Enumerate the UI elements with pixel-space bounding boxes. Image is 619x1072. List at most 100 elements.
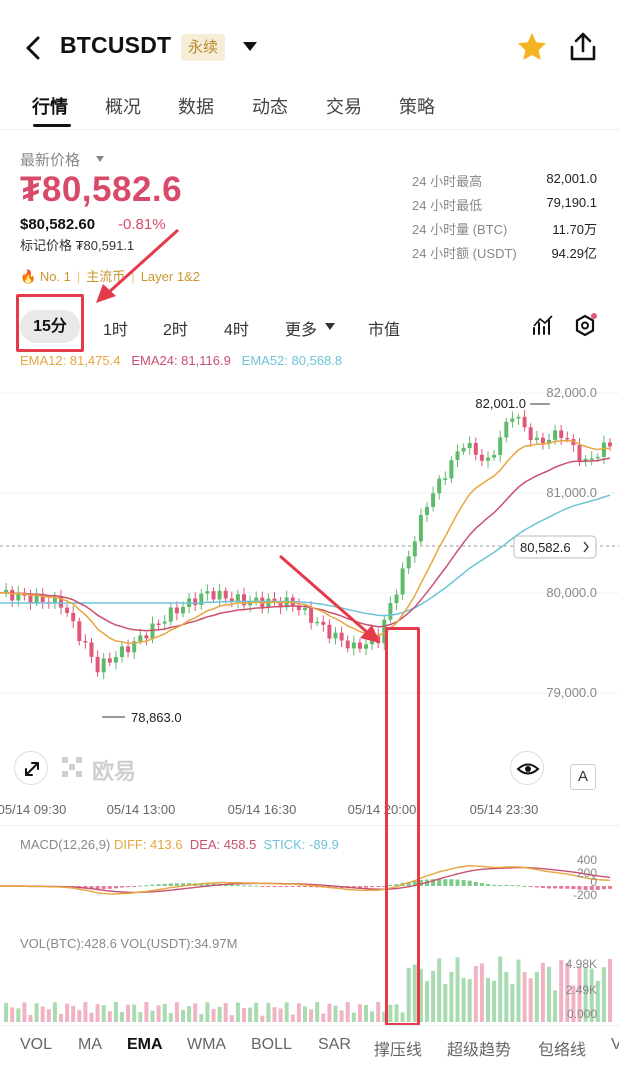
macd-bar (126, 886, 131, 888)
candle (120, 646, 124, 658)
tag-mainstream[interactable]: 主流币 (86, 269, 125, 284)
volume-bar (516, 959, 521, 1022)
tag-layer[interactable]: Layer 1&2 (141, 269, 200, 284)
candle (608, 442, 612, 447)
candle (71, 612, 76, 622)
y-tick: 81,000.0 (546, 485, 597, 500)
volume-bar (443, 984, 448, 1022)
volume-bar (303, 1006, 307, 1022)
visibility-button[interactable] (510, 751, 544, 785)
volume-bar (351, 1012, 356, 1022)
timeframe-more[interactable]: 更多 (285, 316, 317, 340)
last-price-label[interactable]: 最新价格 (20, 149, 80, 170)
volume-bar (345, 1002, 350, 1022)
ema52-label: EMA52: 80,568.8 (241, 353, 343, 368)
indicator-support-resistance[interactable]: 撑压线 (374, 1036, 422, 1060)
candle (364, 644, 368, 649)
candle (455, 451, 460, 461)
candle (28, 595, 33, 603)
volume-bar (315, 1002, 320, 1022)
candle (601, 442, 606, 457)
volume-bar (150, 1010, 155, 1022)
tab-strategy[interactable]: 策略 (399, 93, 435, 119)
volume-bar (242, 1008, 246, 1022)
macd-bar (156, 884, 161, 886)
macd-bar (132, 886, 137, 887)
volume-bar (284, 1002, 289, 1022)
volume-bar (534, 971, 539, 1022)
stat-high-value: 82,001.0 (546, 171, 597, 186)
main-tabs: 行情 概况 数据 动态 交易 策略 (0, 90, 619, 130)
volume-bar (437, 958, 442, 1022)
tab-data[interactable]: 数据 (178, 93, 214, 119)
volume-bar (321, 1013, 326, 1022)
candle (425, 506, 429, 516)
tab-overview[interactable]: 概况 (105, 93, 141, 119)
volume-bar (144, 1002, 149, 1022)
indicator-ema[interactable]: EMA (127, 1036, 163, 1054)
indicator-supertrend[interactable]: 超级趋势 (447, 1036, 511, 1060)
indicator-icon[interactable] (532, 314, 554, 336)
candle (437, 478, 442, 494)
candle (144, 635, 149, 639)
kline-chart[interactable]: 82,000.0 81,000.0 80,000.0 79,000.0 82,0… (0, 370, 619, 730)
candle (406, 556, 411, 569)
volume-bar (608, 958, 612, 1022)
volume-bar (113, 1002, 118, 1022)
volume-bar (455, 957, 460, 1022)
indicator-envelope[interactable]: 包络线 (538, 1036, 586, 1060)
okx-logo-icon (62, 757, 82, 777)
pair-title[interactable]: BTCUSDT (60, 32, 171, 59)
macd-bar (443, 879, 448, 886)
settings-hex-icon[interactable] (573, 313, 599, 339)
candle (565, 437, 570, 440)
macd-bar (370, 886, 375, 888)
star-icon[interactable] (516, 31, 548, 63)
candle (498, 437, 503, 455)
candle (522, 416, 527, 428)
tab-trade[interactable]: 交易 (326, 93, 362, 119)
candle (77, 621, 82, 641)
candle (357, 642, 362, 649)
font-size-button[interactable]: A (570, 764, 596, 790)
tag-rank[interactable]: No. 1 (40, 269, 71, 284)
candle (315, 621, 320, 624)
indicator-vol[interactable]: VOL (20, 1036, 52, 1054)
back-icon[interactable] (22, 34, 46, 62)
indicator-wma[interactable]: WMA (187, 1036, 226, 1054)
candle (528, 427, 533, 441)
macd-chart[interactable]: 400 200 0 -200 (0, 850, 619, 920)
indicator-sar[interactable]: SAR (318, 1036, 351, 1054)
chevron-down-icon[interactable] (325, 323, 335, 330)
highlight-box (385, 627, 420, 1026)
macd-bar (553, 886, 558, 889)
tab-news[interactable]: 动态 (252, 93, 288, 119)
volume-bar (559, 960, 564, 1022)
indicator-more[interactable]: V (611, 1036, 619, 1054)
vol-tick: 4.98K (566, 957, 597, 971)
volume-bar (260, 1015, 265, 1022)
macd-bar (150, 884, 155, 886)
timeframe-2h[interactable]: 2时 (163, 316, 188, 340)
indicator-ma[interactable]: MA (78, 1036, 102, 1054)
tag-row: 🔥 No. 1 | 主流币 | Layer 1&2 (20, 269, 200, 284)
tab-market[interactable]: 行情 (32, 93, 68, 119)
candle (589, 458, 594, 460)
macd-tick: 400 (577, 853, 597, 867)
candle (534, 437, 539, 441)
expand-button[interactable] (14, 751, 48, 785)
timeframe-4h[interactable]: 4时 (224, 316, 249, 340)
candle (504, 421, 509, 438)
share-icon[interactable] (568, 31, 598, 63)
macd-bar (364, 886, 368, 888)
fire-icon: 🔥 (20, 269, 37, 284)
volume-chart[interactable]: 4.98K 2.49K 0.000 (0, 950, 619, 1024)
chevron-down-icon[interactable] (243, 42, 257, 51)
timeframe-market-cap[interactable]: 市值 (368, 316, 400, 340)
indicator-boll[interactable]: BOLL (251, 1036, 292, 1054)
volume-bar (34, 1003, 39, 1022)
volume-bar (522, 972, 527, 1022)
timeframe-1h[interactable]: 1时 (103, 316, 128, 340)
chevron-down-icon[interactable] (96, 156, 104, 162)
macd-bar (534, 886, 539, 888)
